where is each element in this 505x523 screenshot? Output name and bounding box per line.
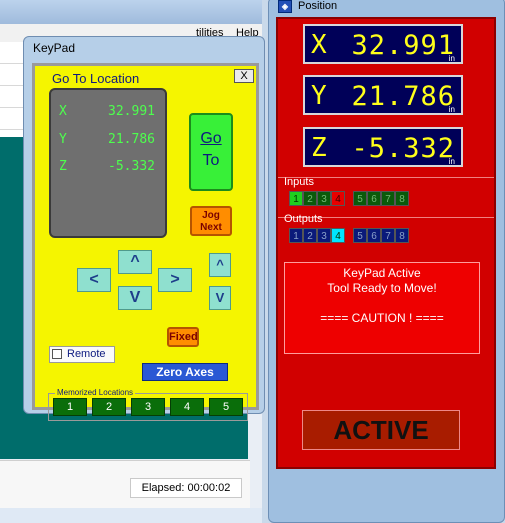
memorized-location-button[interactable]: 2 [92, 398, 126, 416]
axis-y-value: 21.786 [351, 81, 455, 112]
output-indicator-5: 5 [353, 228, 367, 243]
remote-checkbox[interactable] [52, 349, 62, 359]
output-indicator-3: 3 [317, 228, 331, 243]
memorized-location-button[interactable]: 5 [209, 398, 243, 416]
position-window-title: Position [298, 0, 338, 12]
jog-z-minus-button[interactable]: V [209, 286, 231, 310]
position-app-icon: ◈ [278, 0, 292, 13]
output-indicator-4: 4 [331, 228, 345, 243]
position-titlebar[interactable]: ◈ Position [269, 0, 504, 13]
input-indicator-6: 6 [367, 191, 381, 206]
target-y-letter: Y [59, 132, 67, 147]
background-titlebar [0, 0, 262, 24]
jog-next-label-line2: Next [200, 222, 222, 233]
memorized-location-button[interactable]: 3 [131, 398, 165, 416]
input-indicator-4: 4 [331, 191, 345, 206]
jog-next-label-line1: Jog [202, 210, 220, 221]
axis-x-value: 32.991 [351, 30, 455, 61]
axis-y-readout: Y 21.786 in [303, 75, 463, 115]
input-indicator-5: 5 [353, 191, 367, 206]
goto-button[interactable]: Go To [189, 113, 233, 191]
zero-axes-button[interactable]: Zero Axes [142, 363, 228, 381]
memorized-locations-title: Memorized Locations [55, 388, 136, 397]
axis-z-readout: Z -5.332 in [303, 127, 463, 167]
output-indicator-1: 1 [289, 228, 303, 243]
axis-x-readout: X 32.991 in [303, 24, 463, 64]
jog-y-minus-button[interactable]: V [118, 286, 152, 310]
memorized-location-button[interactable]: 4 [170, 398, 204, 416]
axis-z-unit: in [448, 157, 455, 166]
background-taskstrip [0, 508, 262, 523]
status-message-line [285, 296, 479, 311]
status-message-line: KeyPad Active [343, 266, 421, 280]
goto-location-heading: Go To Location [52, 71, 140, 86]
output-indicator-8: 8 [395, 228, 409, 243]
remote-label: Remote [67, 348, 106, 360]
position-panel: X 32.991 in Y 21.786 in Z -5.332 in Inpu… [276, 17, 496, 469]
jog-y-plus-button[interactable]: ^ [118, 250, 152, 274]
input-indicator-8: 8 [395, 191, 409, 206]
goto-label-line1: Go [200, 130, 222, 147]
target-y-value: 21.786 [108, 132, 155, 147]
memorized-locations-group: Memorized Locations 1 2 3 4 5 [48, 388, 248, 421]
axis-z-value: -5.332 [351, 133, 455, 164]
keypad-window-title: KeyPad [33, 41, 76, 55]
output-indicator-6: 6 [367, 228, 381, 243]
status-message-line: Tool Ready to Move! [327, 281, 437, 295]
inputs-label: Inputs [284, 176, 314, 188]
output-indicator-2: 2 [303, 228, 317, 243]
status-message-line: ==== CAUTION ! ==== [320, 311, 444, 325]
active-button[interactable]: ACTIVE [302, 410, 460, 450]
target-x-letter: X [59, 104, 67, 119]
jog-next-button[interactable]: Jog Next [190, 206, 232, 236]
close-button[interactable]: X [234, 69, 254, 83]
axis-y-unit: in [448, 105, 455, 114]
position-window: ◈ Position X 32.991 in Y 21.786 in Z -5.… [268, 0, 505, 523]
memorized-location-button[interactable]: 1 [53, 398, 87, 416]
output-indicator-7: 7 [381, 228, 395, 243]
target-location-display: X 32.991 Y 21.786 Z -5.332 [49, 88, 167, 238]
jog-z-plus-button[interactable]: ^ [209, 253, 231, 277]
jog-x-minus-button[interactable]: < [77, 268, 111, 292]
remote-checkbox-group[interactable]: Remote [49, 346, 115, 363]
target-x-value: 32.991 [108, 104, 155, 119]
jog-x-plus-button[interactable]: > [158, 268, 192, 292]
axis-y-letter: Y [311, 81, 327, 111]
outputs-label: Outputs [284, 213, 323, 225]
input-indicator-7: 7 [381, 191, 395, 206]
target-z-value: -5.332 [108, 159, 155, 174]
input-indicator-2: 2 [303, 191, 317, 206]
axis-z-letter: Z [311, 133, 327, 163]
axis-x-letter: X [311, 30, 327, 60]
keypad-panel: Go To Location X X 32.991 Y 21.786 Z -5.… [32, 63, 259, 421]
fixed-button[interactable]: Fixed [167, 327, 199, 347]
keypad-window: KeyPad Go To Location X X 32.991 Y 21.78… [23, 36, 265, 421]
target-z-letter: Z [59, 159, 67, 174]
elapsed-time: Elapsed: 00:00:02 [130, 478, 242, 498]
input-indicator-1: 1 [289, 191, 303, 206]
goto-label-line2: To [202, 152, 220, 169]
input-indicator-3: 3 [317, 191, 331, 206]
axis-x-unit: in [448, 54, 455, 63]
status-message-box: KeyPad Active Tool Ready to Move! ==== C… [284, 262, 480, 354]
